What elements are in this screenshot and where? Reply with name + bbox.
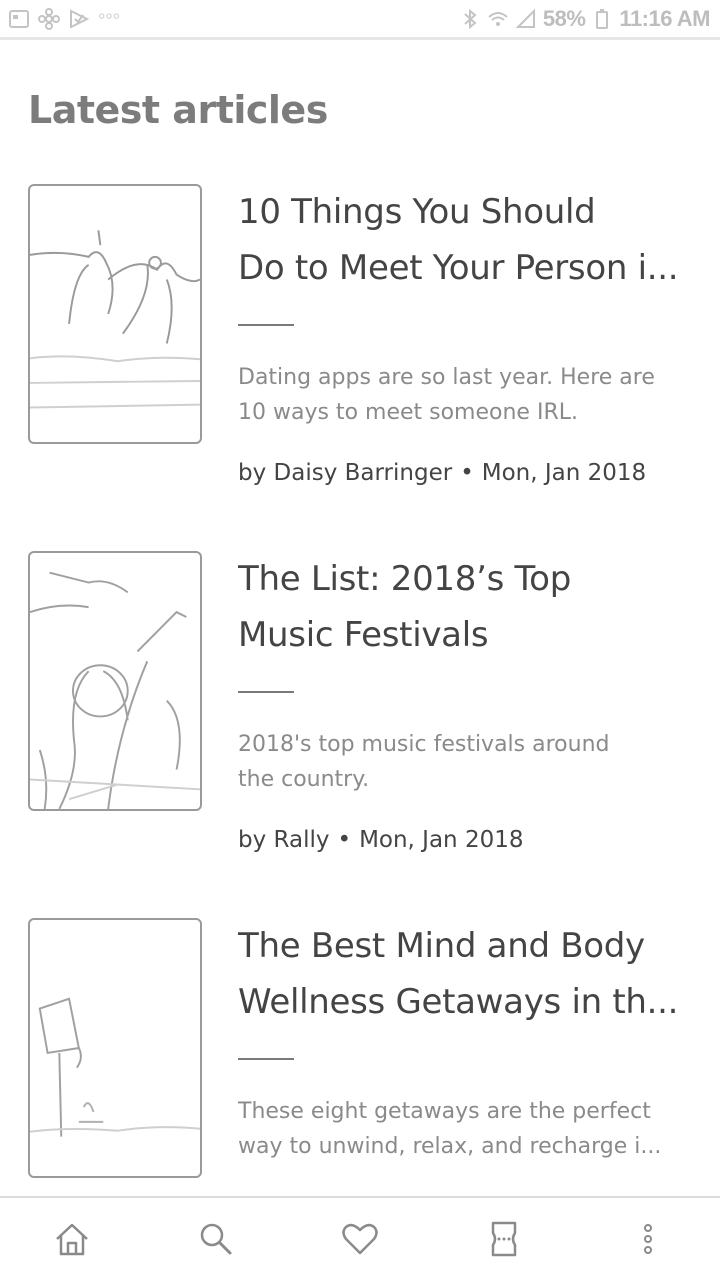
article-title-line[interactable]: 10 Things You Should	[238, 184, 698, 240]
divider	[238, 1058, 294, 1060]
article-thumbnail[interactable]	[28, 551, 202, 811]
article-title-line[interactable]: The Best Mind and Body	[238, 918, 698, 974]
article-title-line[interactable]: Wellness Getaways in th...	[238, 974, 698, 1030]
article-title[interactable]: 10 Things You Should Do to Meet Your Per…	[238, 184, 698, 296]
wellness-yoga-image	[30, 997, 200, 1137]
heart-icon	[342, 1223, 378, 1255]
nav-more[interactable]	[608, 1204, 688, 1274]
home-icon	[56, 1223, 88, 1256]
article-card[interactable]: 10 Things You Should Do to Meet Your Per…	[0, 184, 720, 514]
ticket-icon	[491, 1221, 517, 1257]
article-summary-line: the country.	[238, 767, 370, 792]
divider	[238, 691, 294, 693]
article-byline: by Rally • Mon, Jan 2018	[238, 827, 523, 853]
pinwheel-icon	[38, 8, 60, 30]
article-summary-line: Dating apps are so last year. Here are	[238, 365, 655, 390]
clock: 11:16 AM	[619, 6, 710, 31]
festival-crowd-image	[30, 571, 200, 809]
battery-icon	[591, 8, 613, 30]
article-title[interactable]: The Best Mind and Body Wellness Getaways…	[238, 918, 698, 1030]
search-icon	[200, 1223, 232, 1255]
article-byline: by Daisy Barringer • Mon, Jan 2018	[238, 460, 646, 486]
article-summary: Dating apps are so last year. Here are 1…	[238, 360, 698, 430]
article-summary: These eight getaways are the perfect way…	[238, 1094, 698, 1164]
notification-icons	[8, 8, 120, 30]
article-thumbnail[interactable]	[28, 918, 202, 1178]
article-summary-line: way to unwind, relax, and recharge i...	[238, 1134, 662, 1159]
article-card[interactable]: The List: 2018’s Top Music Festivals 201…	[0, 551, 720, 881]
separator-dot: •	[460, 460, 474, 486]
people-jumping-beach-image	[30, 230, 200, 409]
more-dots-icon	[98, 8, 120, 30]
gallery-icon	[8, 8, 30, 30]
nav-home[interactable]	[32, 1204, 112, 1274]
check-icon	[68, 8, 90, 30]
article-thumbnail[interactable]	[28, 184, 202, 444]
article-summary-line: These eight getaways are the perfect	[238, 1099, 651, 1124]
article-title-line[interactable]: Music Festivals	[238, 607, 698, 663]
article-summary-line: 2018's top music festivals around	[238, 732, 610, 757]
divider	[238, 324, 294, 326]
article-title-line[interactable]: Do to Meet Your Person i...	[238, 240, 698, 296]
article-author: by Rally	[238, 827, 330, 853]
article-title-line[interactable]: The List: 2018’s Top	[238, 551, 698, 607]
nav-tickets[interactable]	[464, 1204, 544, 1274]
nav-favorites[interactable]	[320, 1204, 400, 1274]
article-date: Mon, Jan 2018	[481, 460, 647, 486]
signal-icon	[515, 8, 537, 30]
status-bar: 58% 11:16 AM	[0, 0, 720, 40]
wifi-icon	[487, 8, 509, 30]
nav-search[interactable]	[176, 1204, 256, 1274]
system-icons: 58% 11:16 AM	[459, 6, 710, 32]
article-title[interactable]: The List: 2018’s Top Music Festivals	[238, 551, 698, 663]
separator-dot: •	[337, 827, 352, 853]
more-vertical-icon	[644, 1224, 652, 1254]
article-summary-line: 10 ways to meet someone IRL.	[238, 400, 578, 425]
article-date: Mon, Jan 2018	[359, 827, 524, 853]
article-summary: 2018's top music festivals around the co…	[238, 727, 698, 797]
page-title: Latest articles	[28, 88, 328, 132]
article-author: by Daisy Barringer	[238, 460, 453, 486]
bottom-navigation	[0, 1196, 720, 1280]
battery-percent: 58%	[542, 6, 586, 31]
bluetooth-icon	[459, 8, 481, 30]
